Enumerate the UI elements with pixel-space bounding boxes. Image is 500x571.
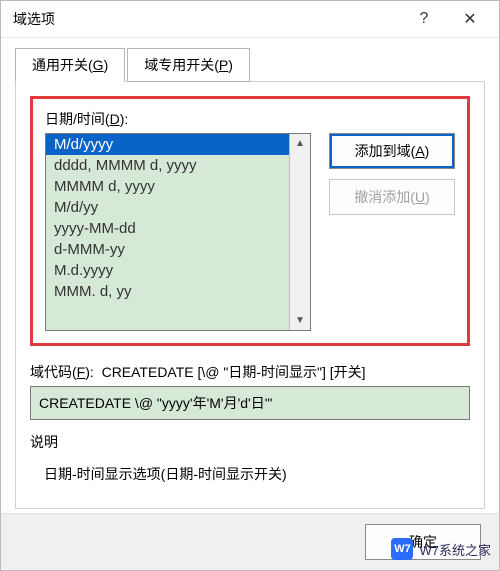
help-button[interactable]: ? [401, 1, 447, 37]
highlight-region: 日期/时间(D): M/d/yyyy dddd, MMMM d, yyyy MM… [30, 96, 470, 346]
description-section: 说明 日期-时间显示选项(日期-时间显示开关) [30, 432, 470, 488]
fieldcode-label: 域代码(F): CREATEDATE [\@ "日期-时间显示"] [开关] [30, 362, 470, 382]
tab-field-specific-switches[interactable]: 域专用开关(P) [127, 48, 250, 82]
window-title: 域选项 [13, 9, 401, 29]
datetime-label: 日期/时间(D): [45, 109, 455, 129]
description-text: 日期-时间显示选项(日期-时间显示开关) [30, 456, 470, 488]
fieldcode-value[interactable]: CREATEDATE \@ "yyyy'年'M'月'd'日'" [30, 386, 470, 420]
dialog-footer: 确定 W7 W7系统之家 [1, 513, 499, 570]
datetime-row: M/d/yyyy dddd, MMMM d, yyyy MMMM d, yyyy… [45, 133, 455, 331]
list-item[interactable]: MMMM d, yyyy [46, 176, 289, 197]
watermark: W7 W7系统之家 [391, 538, 491, 560]
scroll-down-icon[interactable]: ▼ [295, 315, 305, 326]
field-options-dialog: 域选项 ? ✕ 通用开关(G) 域专用开关(P) 日期/时间(D): M/d/y… [0, 0, 500, 571]
datetime-listbox[interactable]: M/d/yyyy dddd, MMMM d, yyyy MMMM d, yyyy… [45, 133, 311, 331]
scrollbar[interactable]: ▲ ▼ [289, 134, 310, 330]
titlebar: 域选项 ? ✕ [1, 1, 499, 38]
list-item[interactable]: yyyy-MM-dd [46, 218, 289, 239]
scroll-up-icon[interactable]: ▲ [295, 138, 305, 149]
close-button[interactable]: ✕ [447, 1, 493, 37]
side-buttons: 添加到域(A) 撤消添加(U) [329, 133, 455, 225]
add-to-field-button[interactable]: 添加到域(A) [329, 133, 455, 169]
list-item[interactable]: MMM. d, yy [46, 281, 289, 302]
list-item[interactable]: dddd, MMMM d, yyyy [46, 155, 289, 176]
list-item[interactable]: M.d.yyyy [46, 260, 289, 281]
list-item[interactable]: M/d/yy [46, 197, 289, 218]
datetime-list[interactable]: M/d/yyyy dddd, MMMM d, yyyy MMMM d, yyyy… [46, 134, 289, 330]
fieldcode-template: CREATEDATE [\@ "日期-时间显示"] [开关] [102, 364, 366, 380]
watermark-logo-icon: W7 [391, 538, 413, 560]
watermark-text: W7系统之家 [419, 540, 491, 559]
list-item[interactable]: d-MMM-yy [46, 239, 289, 260]
tab-general-switches[interactable]: 通用开关(G) [15, 48, 125, 82]
list-item[interactable]: M/d/yyyy [46, 134, 289, 155]
description-label: 说明 [30, 432, 470, 452]
tab-panel: 日期/时间(D): M/d/yyyy dddd, MMMM d, yyyy MM… [15, 81, 485, 509]
tab-strip: 通用开关(G) 域专用开关(P) [1, 38, 499, 82]
undo-add-button: 撤消添加(U) [329, 179, 455, 215]
